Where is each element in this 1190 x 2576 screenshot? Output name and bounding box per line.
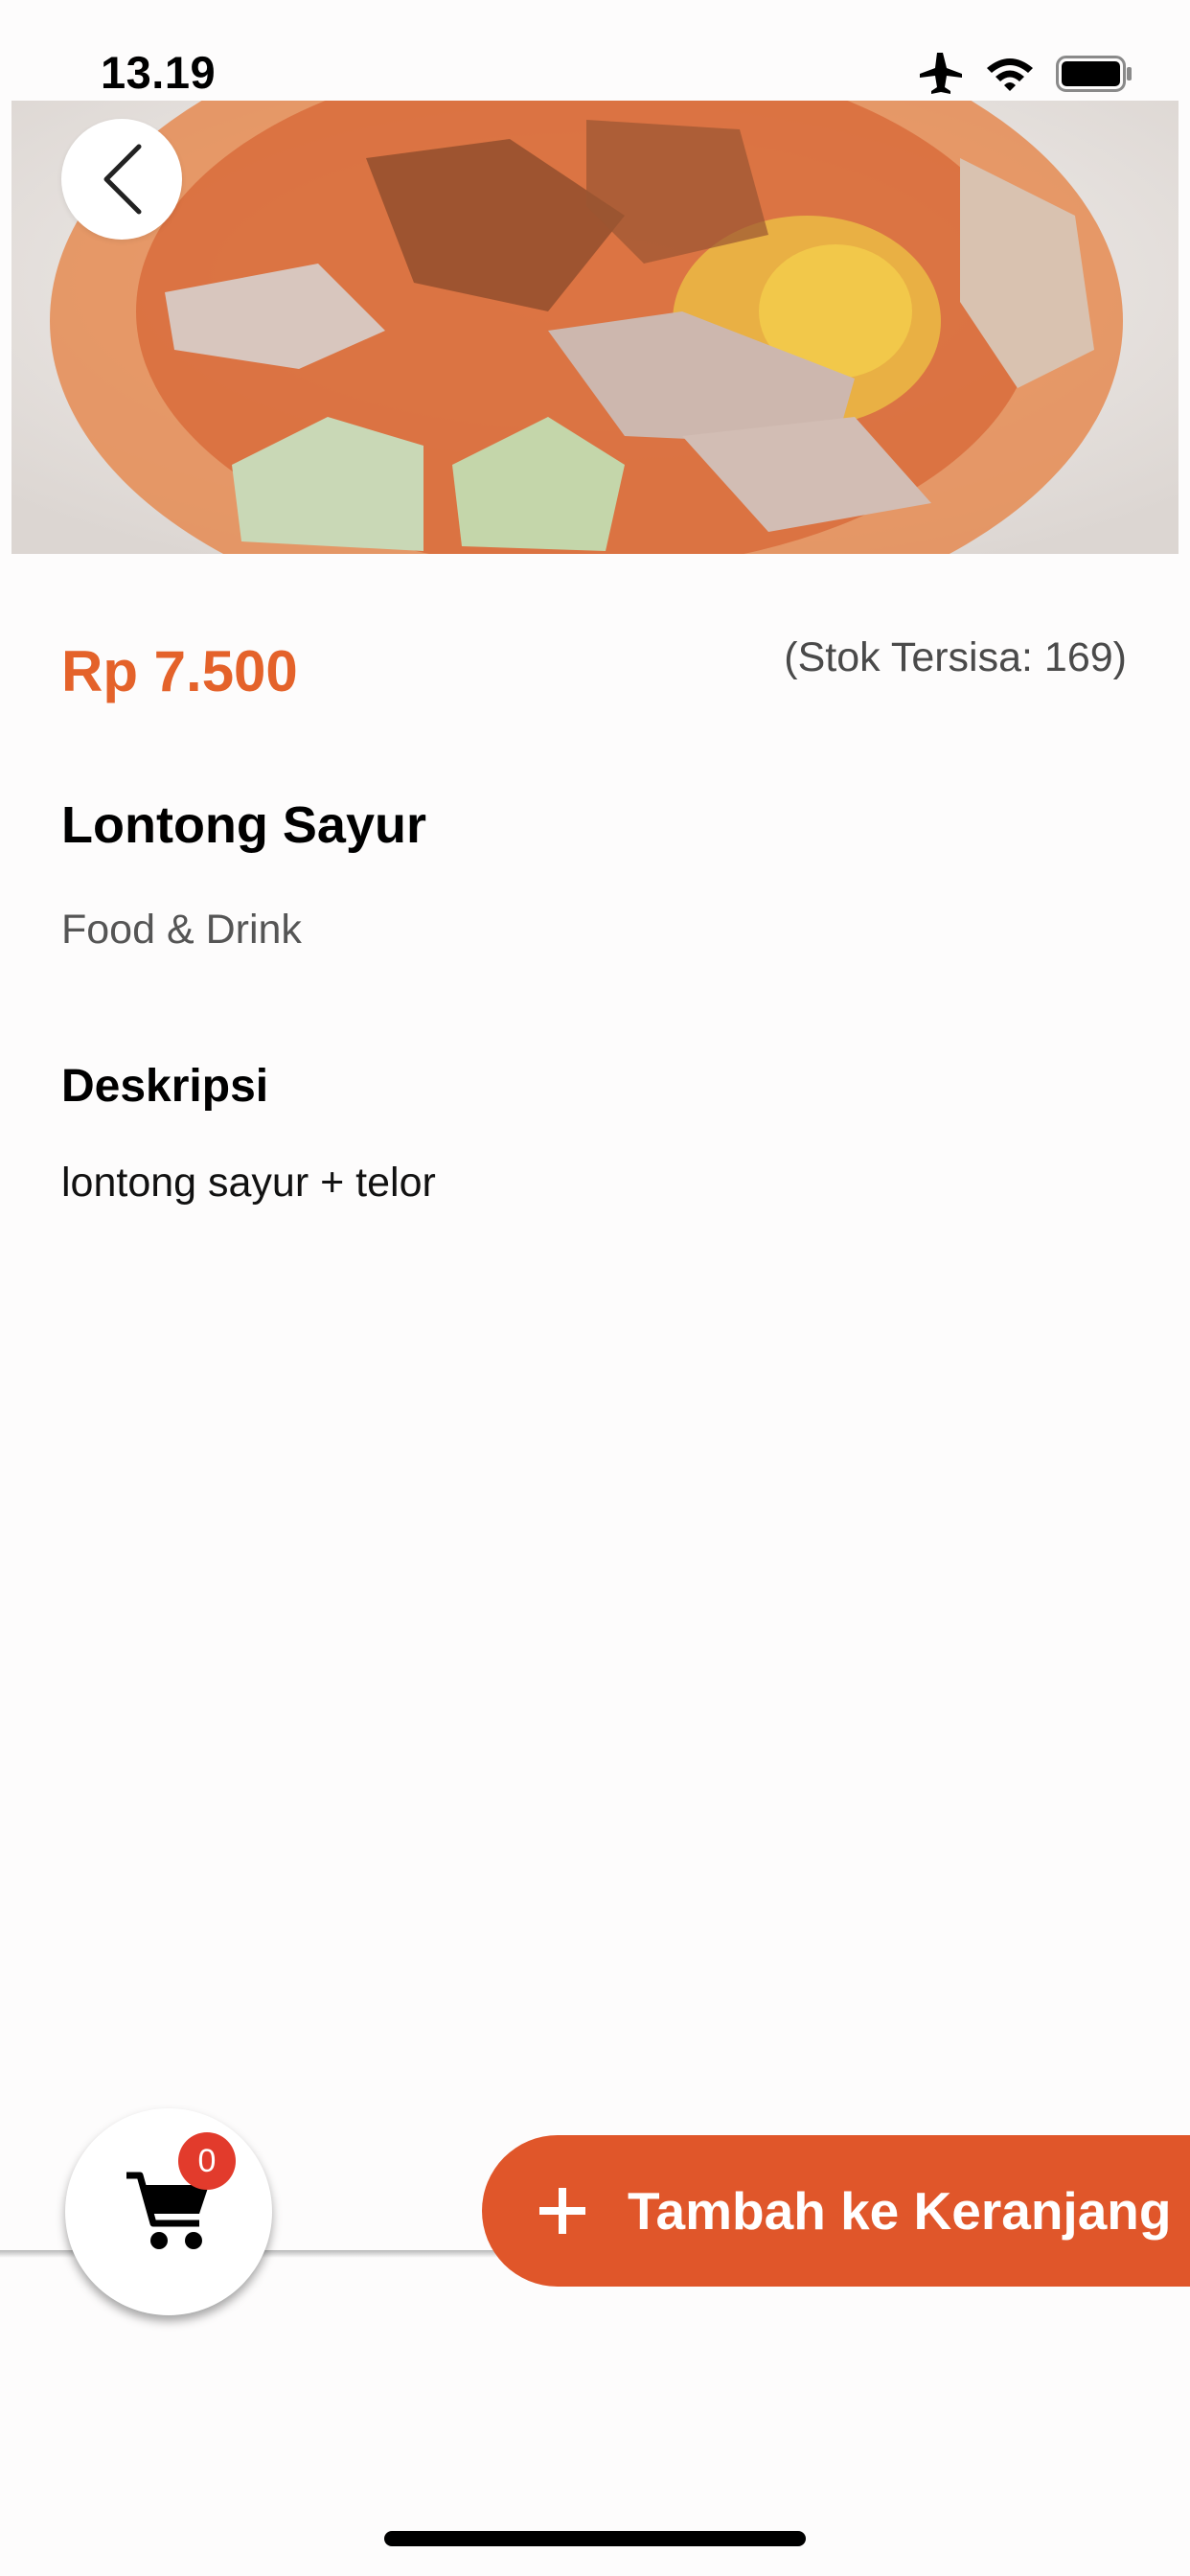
add-to-cart-button[interactable]: Tambah ke Keranjang <box>482 2135 1190 2287</box>
product-price: Rp 7.500 <box>61 639 298 703</box>
status-icons <box>918 53 1133 95</box>
plus-icon <box>536 2184 589 2238</box>
product-image <box>11 101 1179 554</box>
cart-button[interactable] <box>65 2108 272 2315</box>
status-bar: 13.19 <box>0 0 1190 101</box>
food-illustration <box>11 101 1179 554</box>
airplane-icon <box>920 53 962 94</box>
wifi-icon <box>987 58 1033 91</box>
battery-icon <box>1056 56 1132 92</box>
status-time: 13.19 <box>101 47 217 98</box>
product-category: Food & Drink <box>61 907 302 953</box>
product-title: Lontong Sayur <box>61 796 426 854</box>
add-to-cart-label: Tambah ke Keranjang <box>628 2181 1172 2241</box>
cart-count-badge: 0 <box>178 2132 236 2190</box>
chevron-left-icon <box>103 144 142 215</box>
home-indicator[interactable] <box>384 2531 806 2546</box>
back-button[interactable] <box>61 119 182 240</box>
description-text: lontong sayur + telor <box>61 1160 436 1206</box>
stock-remaining: (Stok Tersisa: 169) <box>784 634 1127 680</box>
description-heading: Deskripsi <box>61 1061 269 1112</box>
